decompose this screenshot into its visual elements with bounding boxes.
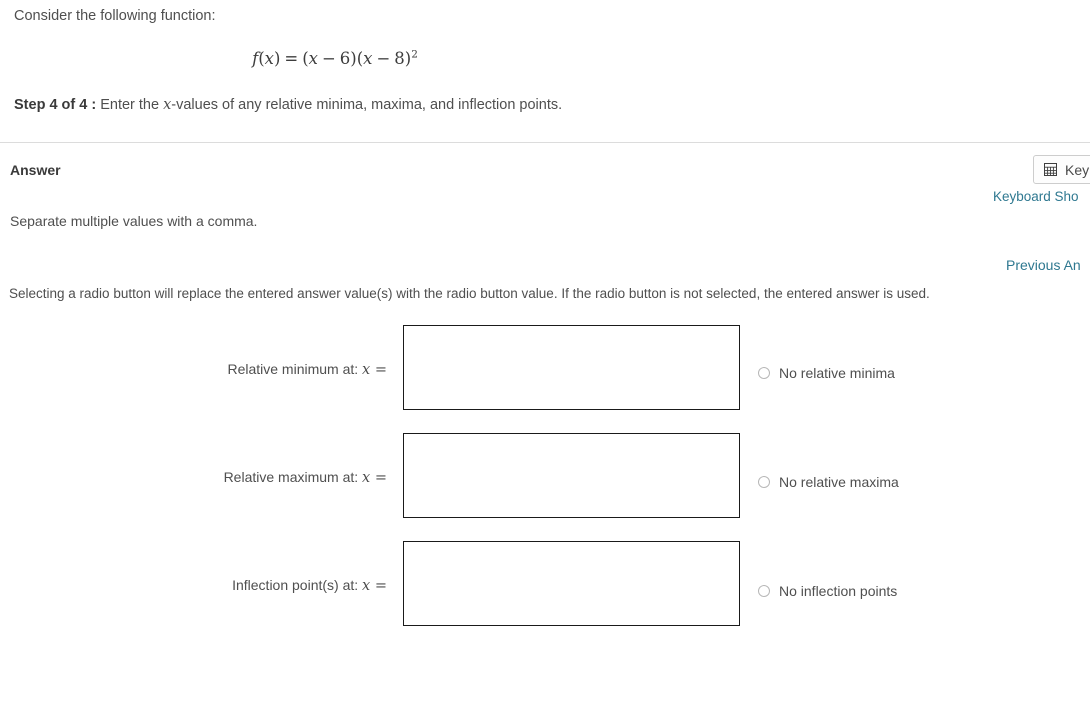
keyboard-shortcuts-link[interactable]: Keyboard Sho xyxy=(993,189,1079,204)
relative-minimum-label-var: x xyxy=(362,362,371,378)
no-relative-maxima-radio-option[interactable]: No relative maxima xyxy=(758,474,899,490)
inflection-points-input[interactable] xyxy=(403,541,740,626)
formula-fn-arg: x xyxy=(264,48,274,68)
previous-answers-link[interactable]: Previous An xyxy=(1006,257,1081,273)
formula-f1-num: 6 xyxy=(339,48,351,68)
no-relative-maxima-radio[interactable] xyxy=(758,476,770,488)
inflection-points-label-var: x xyxy=(362,578,371,594)
separate-values-note: Separate multiple values with a comma. xyxy=(10,213,258,229)
radio-button-note: Selecting a radio button will replace th… xyxy=(9,286,930,301)
formula-exponent: 2 xyxy=(411,48,418,60)
relative-minimum-label-text: Relative minimum at: xyxy=(227,361,363,377)
formula-f1-op: − xyxy=(321,48,336,68)
answer-row: Relative maximum at: x = No relative max… xyxy=(0,430,1090,538)
no-inflection-points-radio-option[interactable]: No inflection points xyxy=(758,583,897,599)
inflection-points-label-equals: = xyxy=(370,578,387,594)
relative-maximum-label: Relative maximum at: x = xyxy=(0,469,387,486)
relative-maximum-label-var: x xyxy=(362,470,371,486)
formula-container: f(x) = (x −6)(x −8)2 xyxy=(14,48,656,69)
keypad-button-label: Key xyxy=(1065,161,1090,178)
relative-maximum-label-equals: = xyxy=(370,470,387,486)
step-label: Step 4 of 4 : xyxy=(14,96,97,113)
section-divider xyxy=(0,142,1090,143)
formula-f2-num: 8 xyxy=(394,48,405,68)
keypad-button[interactable]: Key xyxy=(1033,155,1090,184)
formula-equals: = xyxy=(284,48,299,68)
keypad-grid-icon xyxy=(1044,163,1057,176)
formula-f1-var: x xyxy=(308,48,318,68)
relative-maximum-label-text: Relative maximum at: xyxy=(223,469,363,485)
relative-minimum-label: Relative minimum at: x = xyxy=(0,361,387,378)
no-inflection-points-radio[interactable] xyxy=(758,585,770,597)
step-instruction: Step 4 of 4 : Enter the x-values of any … xyxy=(14,95,1076,115)
question-block: Consider the following function: f(x) = (x… xyxy=(0,0,1090,115)
no-inflection-points-label: No inflection points xyxy=(779,583,898,599)
step-text-before: Enter the xyxy=(100,96,164,113)
no-relative-maxima-label: No relative maxima xyxy=(779,474,899,490)
relative-minimum-input[interactable] xyxy=(403,325,740,410)
answer-heading: Answer xyxy=(10,162,61,178)
step-text-after: -values of any relative minima, maxima, … xyxy=(171,96,563,113)
inflection-points-label: Inflection point(s) at: x = xyxy=(0,577,387,594)
answer-row: Inflection point(s) at: x = No inflectio… xyxy=(0,538,1090,646)
inflection-points-label-text: Inflection point(s) at: xyxy=(232,577,363,593)
relative-maximum-input[interactable] xyxy=(403,433,740,518)
question-prompt: Consider the following function: xyxy=(14,8,216,24)
function-formula: f(x) = (x −6)(x −8)2 xyxy=(252,48,418,68)
formula-f2-op: − xyxy=(376,48,391,68)
answer-row: Relative minimum at: x = No relative min… xyxy=(0,322,1090,430)
question-page: Consider the following function: f(x) = (x… xyxy=(0,0,1090,712)
no-relative-minima-radio-option[interactable]: No relative minima xyxy=(758,365,895,381)
relative-minimum-label-equals: = xyxy=(370,362,387,378)
no-relative-minima-radio[interactable] xyxy=(758,367,770,379)
no-relative-minima-label: No relative minima xyxy=(779,365,895,381)
answer-rows: Relative minimum at: x = No relative min… xyxy=(0,322,1090,646)
